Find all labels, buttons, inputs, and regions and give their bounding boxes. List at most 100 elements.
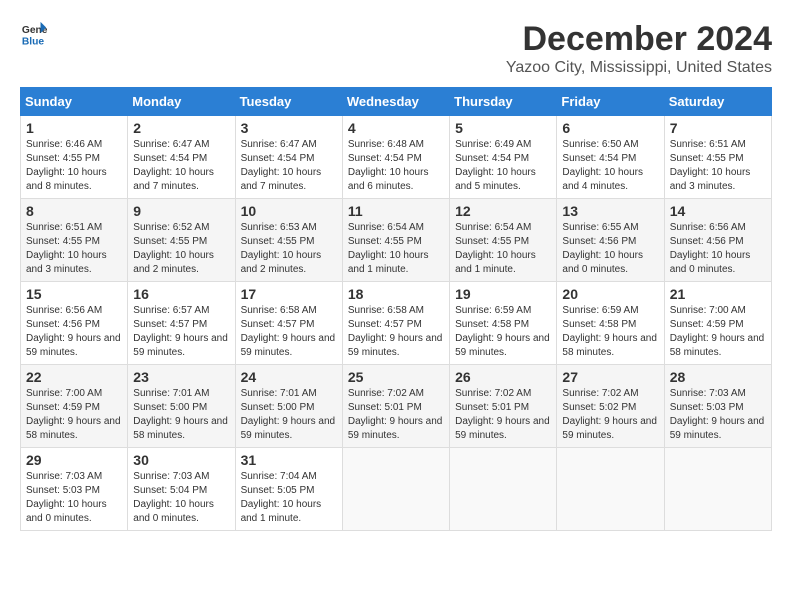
day-info: Sunrise: 6:58 AMSunset: 4:57 PMDaylight:… [241, 305, 336, 358]
day-number: 28 [670, 369, 766, 385]
day-info: Sunrise: 6:59 AMSunset: 4:58 PMDaylight:… [455, 305, 550, 358]
day-info: Sunrise: 6:56 AMSunset: 4:56 PMDaylight:… [670, 222, 751, 275]
day-number: 6 [562, 120, 658, 136]
svg-text:Blue: Blue [22, 36, 45, 47]
day-number: 4 [348, 120, 444, 136]
day-info: Sunrise: 6:47 AMSunset: 4:54 PMDaylight:… [133, 139, 214, 192]
calendar-cell: 29 Sunrise: 7:03 AMSunset: 5:03 PMDaylig… [21, 448, 128, 531]
day-number: 1 [26, 120, 122, 136]
day-number: 30 [133, 452, 229, 468]
day-number: 14 [670, 203, 766, 219]
calendar-cell: 22 Sunrise: 7:00 AMSunset: 4:59 PMDaylig… [21, 365, 128, 448]
day-info: Sunrise: 6:53 AMSunset: 4:55 PMDaylight:… [241, 222, 322, 275]
day-number: 2 [133, 120, 229, 136]
calendar-cell: 19 Sunrise: 6:59 AMSunset: 4:58 PMDaylig… [450, 282, 557, 365]
day-info: Sunrise: 6:49 AMSunset: 4:54 PMDaylight:… [455, 139, 536, 192]
day-number: 24 [241, 369, 337, 385]
day-number: 10 [241, 203, 337, 219]
day-info: Sunrise: 7:01 AMSunset: 5:00 PMDaylight:… [133, 388, 228, 441]
day-info: Sunrise: 7:00 AMSunset: 4:59 PMDaylight:… [26, 388, 121, 441]
calendar-cell: 18 Sunrise: 6:58 AMSunset: 4:57 PMDaylig… [342, 282, 449, 365]
day-info: Sunrise: 6:57 AMSunset: 4:57 PMDaylight:… [133, 305, 228, 358]
calendar-cell: 31 Sunrise: 7:04 AMSunset: 5:05 PMDaylig… [235, 448, 342, 531]
week-row-2: 8 Sunrise: 6:51 AMSunset: 4:55 PMDayligh… [21, 199, 772, 282]
calendar-cell: 1 Sunrise: 6:46 AMSunset: 4:55 PMDayligh… [21, 116, 128, 199]
day-number: 7 [670, 120, 766, 136]
day-number: 23 [133, 369, 229, 385]
day-number: 5 [455, 120, 551, 136]
day-number: 29 [26, 452, 122, 468]
calendar-cell: 20 Sunrise: 6:59 AMSunset: 4:58 PMDaylig… [557, 282, 664, 365]
calendar-cell: 6 Sunrise: 6:50 AMSunset: 4:54 PMDayligh… [557, 116, 664, 199]
day-info: Sunrise: 7:03 AMSunset: 5:03 PMDaylight:… [670, 388, 765, 441]
logo: General Blue [20, 20, 48, 48]
day-header-wednesday: Wednesday [342, 88, 449, 116]
day-info: Sunrise: 7:02 AMSunset: 5:02 PMDaylight:… [562, 388, 657, 441]
day-number: 19 [455, 286, 551, 302]
logo-icon: General Blue [20, 20, 48, 48]
calendar-cell: 26 Sunrise: 7:02 AMSunset: 5:01 PMDaylig… [450, 365, 557, 448]
calendar-cell [557, 448, 664, 531]
calendar-cell [342, 448, 449, 531]
week-row-3: 15 Sunrise: 6:56 AMSunset: 4:56 PMDaylig… [21, 282, 772, 365]
calendar-cell: 15 Sunrise: 6:56 AMSunset: 4:56 PMDaylig… [21, 282, 128, 365]
calendar-cell: 17 Sunrise: 6:58 AMSunset: 4:57 PMDaylig… [235, 282, 342, 365]
day-header-thursday: Thursday [450, 88, 557, 116]
calendar-cell: 3 Sunrise: 6:47 AMSunset: 4:54 PMDayligh… [235, 116, 342, 199]
day-header-row: SundayMondayTuesdayWednesdayThursdayFrid… [21, 88, 772, 116]
day-number: 12 [455, 203, 551, 219]
day-number: 26 [455, 369, 551, 385]
day-info: Sunrise: 6:54 AMSunset: 4:55 PMDaylight:… [348, 222, 429, 275]
day-number: 8 [26, 203, 122, 219]
day-number: 31 [241, 452, 337, 468]
day-info: Sunrise: 6:56 AMSunset: 4:56 PMDaylight:… [26, 305, 121, 358]
calendar-cell: 14 Sunrise: 6:56 AMSunset: 4:56 PMDaylig… [664, 199, 771, 282]
week-row-5: 29 Sunrise: 7:03 AMSunset: 5:03 PMDaylig… [21, 448, 772, 531]
day-info: Sunrise: 7:00 AMSunset: 4:59 PMDaylight:… [670, 305, 765, 358]
day-number: 22 [26, 369, 122, 385]
day-header-sunday: Sunday [21, 88, 128, 116]
calendar-cell: 30 Sunrise: 7:03 AMSunset: 5:04 PMDaylig… [128, 448, 235, 531]
calendar-cell: 9 Sunrise: 6:52 AMSunset: 4:55 PMDayligh… [128, 199, 235, 282]
day-number: 17 [241, 286, 337, 302]
calendar-cell: 23 Sunrise: 7:01 AMSunset: 5:00 PMDaylig… [128, 365, 235, 448]
calendar-cell [450, 448, 557, 531]
calendar-cell: 27 Sunrise: 7:02 AMSunset: 5:02 PMDaylig… [557, 365, 664, 448]
calendar-cell: 8 Sunrise: 6:51 AMSunset: 4:55 PMDayligh… [21, 199, 128, 282]
day-number: 11 [348, 203, 444, 219]
day-info: Sunrise: 7:03 AMSunset: 5:03 PMDaylight:… [26, 471, 107, 524]
day-info: Sunrise: 6:46 AMSunset: 4:55 PMDaylight:… [26, 139, 107, 192]
day-number: 20 [562, 286, 658, 302]
day-number: 9 [133, 203, 229, 219]
day-number: 15 [26, 286, 122, 302]
calendar-cell: 24 Sunrise: 7:01 AMSunset: 5:00 PMDaylig… [235, 365, 342, 448]
page-header: General Blue December 2024 Yazoo City, M… [20, 20, 772, 77]
day-number: 18 [348, 286, 444, 302]
calendar-cell: 16 Sunrise: 6:57 AMSunset: 4:57 PMDaylig… [128, 282, 235, 365]
day-info: Sunrise: 7:01 AMSunset: 5:00 PMDaylight:… [241, 388, 336, 441]
calendar-cell: 28 Sunrise: 7:03 AMSunset: 5:03 PMDaylig… [664, 365, 771, 448]
calendar-cell: 5 Sunrise: 6:49 AMSunset: 4:54 PMDayligh… [450, 116, 557, 199]
day-info: Sunrise: 7:02 AMSunset: 5:01 PMDaylight:… [348, 388, 443, 441]
week-row-4: 22 Sunrise: 7:00 AMSunset: 4:59 PMDaylig… [21, 365, 772, 448]
day-header-monday: Monday [128, 88, 235, 116]
day-header-friday: Friday [557, 88, 664, 116]
calendar-cell: 4 Sunrise: 6:48 AMSunset: 4:54 PMDayligh… [342, 116, 449, 199]
calendar-table: SundayMondayTuesdayWednesdayThursdayFrid… [20, 87, 772, 531]
day-info: Sunrise: 6:54 AMSunset: 4:55 PMDaylight:… [455, 222, 536, 275]
calendar-cell: 25 Sunrise: 7:02 AMSunset: 5:01 PMDaylig… [342, 365, 449, 448]
calendar-cell: 11 Sunrise: 6:54 AMSunset: 4:55 PMDaylig… [342, 199, 449, 282]
calendar-cell: 2 Sunrise: 6:47 AMSunset: 4:54 PMDayligh… [128, 116, 235, 199]
calendar-cell: 21 Sunrise: 7:00 AMSunset: 4:59 PMDaylig… [664, 282, 771, 365]
day-number: 25 [348, 369, 444, 385]
day-number: 3 [241, 120, 337, 136]
day-info: Sunrise: 6:50 AMSunset: 4:54 PMDaylight:… [562, 139, 643, 192]
day-info: Sunrise: 6:47 AMSunset: 4:54 PMDaylight:… [241, 139, 322, 192]
day-info: Sunrise: 6:48 AMSunset: 4:54 PMDaylight:… [348, 139, 429, 192]
day-info: Sunrise: 7:03 AMSunset: 5:04 PMDaylight:… [133, 471, 214, 524]
day-info: Sunrise: 6:58 AMSunset: 4:57 PMDaylight:… [348, 305, 443, 358]
page-subtitle: Yazoo City, Mississippi, United States [506, 59, 772, 77]
title-area: December 2024 Yazoo City, Mississippi, U… [506, 20, 772, 77]
day-info: Sunrise: 6:59 AMSunset: 4:58 PMDaylight:… [562, 305, 657, 358]
day-header-saturday: Saturday [664, 88, 771, 116]
